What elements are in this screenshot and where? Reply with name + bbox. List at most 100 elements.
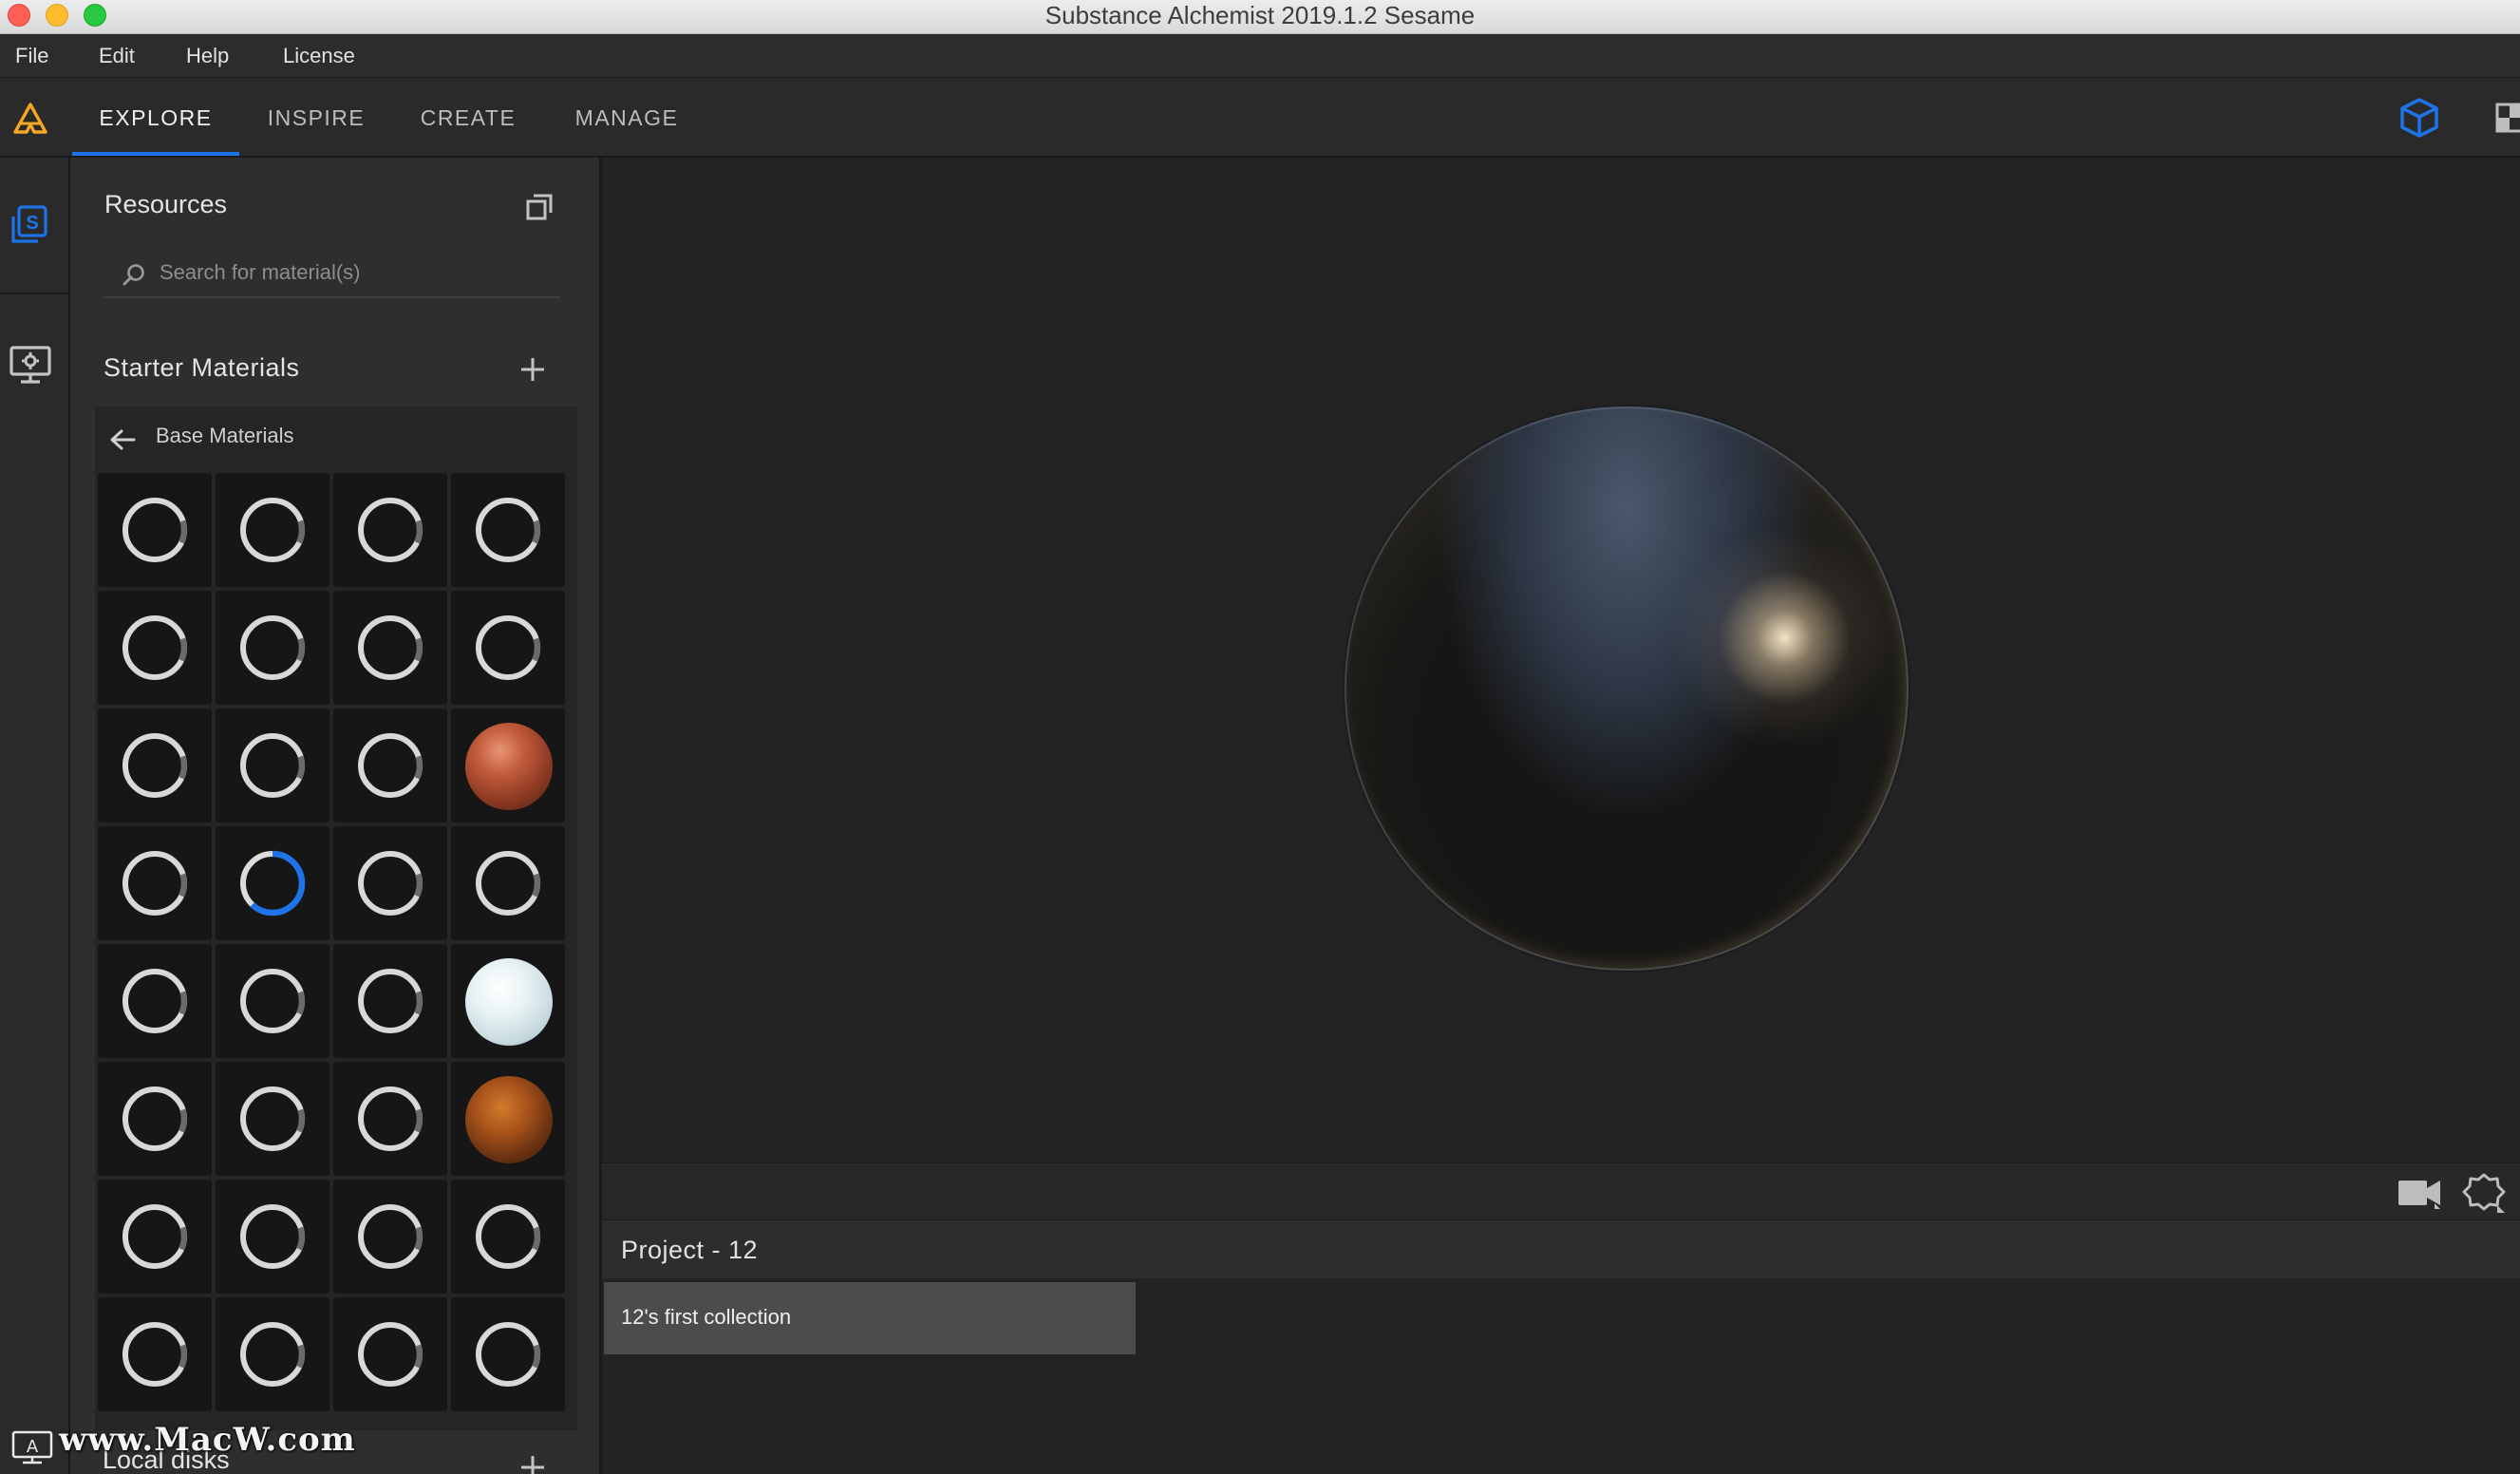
project-collections: 12's first collection [602,1278,2520,1474]
loading-spinner-icon [122,732,188,799]
tab-explore[interactable]: EXPLORE [72,78,239,156]
material-tile[interactable] [98,473,212,587]
material-tile[interactable] [216,591,329,705]
loading-spinner-icon [357,1086,423,1152]
left-rail: S [0,158,70,1474]
material-tile[interactable] [98,591,212,705]
search-input[interactable] [158,249,551,296]
material-tile[interactable] [451,826,565,940]
menu-bar: File Edit Help License [0,34,2520,78]
material-tile[interactable] [451,944,565,1058]
loading-spinner-icon [475,850,541,917]
camera-icon[interactable] [2397,1175,2442,1211]
tab-create[interactable]: CREATE [410,78,526,156]
material-tile[interactable] [333,709,447,822]
material-tile[interactable] [451,591,565,705]
viewport-toolbar [602,1162,2520,1219]
material-tile[interactable] [333,1297,447,1411]
app-header: EXPLORE INSPIRE CREATE MANAGE [0,78,2520,158]
loading-spinner-icon [475,497,541,563]
menu-edit[interactable]: Edit [99,34,135,78]
detach-panel-icon[interactable] [524,192,555,222]
material-tile[interactable] [216,1180,329,1294]
window-titlebar: Substance Alchemist 2019.1.2 Sesame [0,0,2520,34]
add-local-disk-icon[interactable] [518,1453,547,1474]
material-tile[interactable] [98,709,212,822]
loading-spinner-icon [122,1203,188,1270]
loading-spinner-icon [122,497,188,563]
material-tile[interactable] [333,473,447,587]
library-icon[interactable]: S [8,203,53,249]
material-tile[interactable] [333,944,447,1058]
search-icon [122,264,144,286]
material-tile[interactable] [216,709,329,822]
material-tile[interactable] [216,1297,329,1411]
svg-text:A: A [27,1437,39,1457]
add-starter-material-icon[interactable] [518,355,547,384]
loading-spinner-icon [357,850,423,917]
loading-spinner-icon [239,497,306,563]
material-tile[interactable] [451,1062,565,1176]
alchemist-logo-icon [13,103,47,134]
material-tile[interactable] [451,1297,565,1411]
loading-spinner-icon [122,614,188,681]
collection-item[interactable]: 12's first collection [604,1282,1136,1354]
material-tile[interactable] [333,826,447,940]
resources-panel: Resources Starter Materials Base Materia… [70,158,602,1474]
material-tile[interactable] [333,591,447,705]
loading-spinner-active-icon [239,850,306,917]
loading-spinner-icon [122,968,188,1034]
material-tile[interactable] [216,473,329,587]
rust-material-preview [465,1076,553,1163]
loading-spinner-icon [122,1321,188,1388]
layout-toggle-icon[interactable] [2493,101,2520,135]
snow-material-preview [465,958,553,1046]
loading-spinner-icon [357,497,423,563]
loading-spinner-icon [239,968,306,1034]
material-tile[interactable] [216,1062,329,1176]
loading-spinner-icon [122,850,188,917]
tab-inspire[interactable]: INSPIRE [256,78,376,156]
material-tile[interactable] [451,1180,565,1294]
loading-spinner-icon [122,1086,188,1152]
project-title: Project - 12 [621,1236,759,1264]
svg-text:S: S [26,213,38,234]
display-settings-icon[interactable] [8,342,53,387]
breadcrumb-base-materials: Base Materials [156,424,294,447]
material-viewport[interactable] [602,158,2520,1162]
menu-file[interactable]: File [15,34,48,78]
loading-spinner-icon [357,1203,423,1270]
project-header: Project - 12 [602,1219,2520,1278]
menu-license[interactable]: License [283,34,355,78]
environment-icon[interactable] [2461,1171,2507,1215]
loading-spinner-icon [475,1203,541,1270]
loading-spinner-icon [475,1321,541,1388]
material-tile[interactable] [216,944,329,1058]
copper-material-preview [465,723,553,810]
menu-help[interactable]: Help [186,34,229,78]
material-tile[interactable] [98,1062,212,1176]
preview-sphere-rim [1345,406,1909,971]
material-tile[interactable] [98,826,212,940]
cube-view-icon[interactable] [2397,95,2442,141]
material-tile[interactable] [333,1180,447,1294]
material-tile[interactable] [98,1180,212,1294]
loading-spinner-icon [357,732,423,799]
watermark-text: www.MacW.com [59,1421,356,1459]
material-tile[interactable] [98,944,212,1058]
material-search [103,249,560,298]
loading-spinner-icon [475,614,541,681]
resources-title: Resources [104,190,228,218]
material-tile[interactable] [333,1062,447,1176]
material-tile[interactable] [216,826,329,940]
material-tile[interactable] [451,709,565,822]
loading-spinner-icon [239,1086,306,1152]
tab-manage[interactable]: MANAGE [564,78,689,156]
material-tile[interactable] [98,1297,212,1411]
material-tile[interactable] [451,473,565,587]
collection-label: 12's first collection [621,1305,792,1329]
loading-spinner-icon [357,614,423,681]
watermark-monitor-icon: A [11,1430,53,1465]
starter-materials-title: Starter Materials [103,353,300,382]
back-arrow-icon[interactable] [108,427,137,452]
